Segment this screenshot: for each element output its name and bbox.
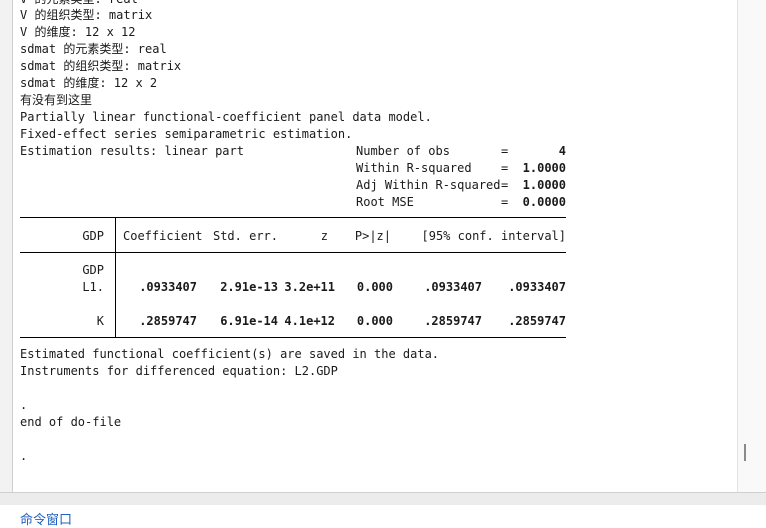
prompt-dot: . xyxy=(20,398,28,412)
table-column-separator xyxy=(115,217,116,337)
header-conf-interval: [95% conf. interval] xyxy=(421,229,567,243)
table-cell-p-l1: 0.000 xyxy=(356,280,393,294)
table-cell-se-k: 6.91e-14 xyxy=(220,314,278,328)
pane-splitter[interactable] xyxy=(0,492,766,506)
stat-value-root-mse: 0.0000 xyxy=(522,195,566,209)
stat-label-within-r2: Within R-squared xyxy=(356,161,472,175)
stat-value-adj-within-r2: 1.0000 xyxy=(522,178,566,192)
results-scrollbar[interactable] xyxy=(737,0,766,492)
table-cell-coef-l1: .0933407 xyxy=(139,280,197,294)
stat-eq-adj-within-r2: = xyxy=(501,178,509,192)
table-group-label: GDP xyxy=(82,263,104,277)
header-p-value: P>|z| xyxy=(354,229,391,243)
table-cell-hi-l1: .0933407 xyxy=(508,280,566,294)
scrollbar-thumb[interactable] xyxy=(744,444,746,461)
stat-eq-within-r2: = xyxy=(501,161,509,175)
table-row-name-l1: L1. xyxy=(82,280,104,294)
table-cell-lo-k: .2859747 xyxy=(424,314,482,328)
footer-line-instruments: Instruments for differenced equation: L2… xyxy=(20,364,338,378)
model-title: Partially linear functional-coefficient … xyxy=(20,110,432,124)
table-depvar-header: GDP xyxy=(82,229,104,243)
table-cell-lo-l1: .0933407 xyxy=(424,280,482,294)
stat-value-within-r2: 1.0000 xyxy=(522,161,566,175)
stat-value-nobs: 4 xyxy=(558,144,566,158)
results-window[interactable]: V 的元素类型: real V 的组织类型: matrix V 的维度: 12 … xyxy=(13,0,737,492)
output-line-v-dims: V 的维度: 12 x 12 xyxy=(20,25,136,39)
table-cell-coef-k: .2859747 xyxy=(139,314,197,328)
estimation-type: Fixed-effect series semiparametric estim… xyxy=(20,127,353,141)
stat-eq-root-mse: = xyxy=(501,195,509,209)
table-cell-se-l1: 2.91e-13 xyxy=(220,280,278,294)
table-cell-hi-k: .2859747 xyxy=(508,314,566,328)
table-cell-z-l1: 3.2e+11 xyxy=(284,280,335,294)
header-std-err: Std. err. xyxy=(212,229,278,243)
results-heading: Estimation results: linear part xyxy=(20,144,244,158)
output-line-sdmat-eltype: sdmat 的元素类型: real xyxy=(20,42,167,56)
bottom-tab-bar: 命令窗口 xyxy=(0,505,766,528)
header-coefficient: Coefficient xyxy=(123,229,203,243)
table-cell-p-k: 0.000 xyxy=(356,314,393,328)
prompt-dot-final: . xyxy=(20,449,28,463)
output-line-checkpoint: 有没有到这里 xyxy=(20,93,93,107)
left-border xyxy=(0,0,13,492)
table-row-name-k: K xyxy=(96,314,104,328)
table-bottom-rule xyxy=(20,337,566,338)
tab-command-window[interactable]: 命令窗口 xyxy=(20,509,72,528)
stat-eq-nobs: = xyxy=(501,144,509,158)
stat-label-nobs: Number of obs xyxy=(356,144,450,158)
stat-label-adj-within-r2: Adj Within R-squared xyxy=(356,178,501,192)
output-line-sdmat-dims: sdmat 的维度: 12 x 2 xyxy=(20,76,158,90)
output-line-v-orgtype: V 的组织类型: matrix xyxy=(20,8,153,22)
output-line-sdmat-orgtype: sdmat 的组织类型: matrix xyxy=(20,59,182,73)
header-z: z xyxy=(320,229,328,243)
table-header-rule xyxy=(20,252,566,253)
footer-line-saved: Estimated functional coefficient(s) are … xyxy=(20,347,440,361)
stat-label-root-mse: Root MSE xyxy=(356,195,414,209)
table-top-rule xyxy=(20,217,566,218)
table-cell-z-k: 4.1e+12 xyxy=(284,314,335,328)
end-of-dofile: end of do-file xyxy=(20,415,122,429)
